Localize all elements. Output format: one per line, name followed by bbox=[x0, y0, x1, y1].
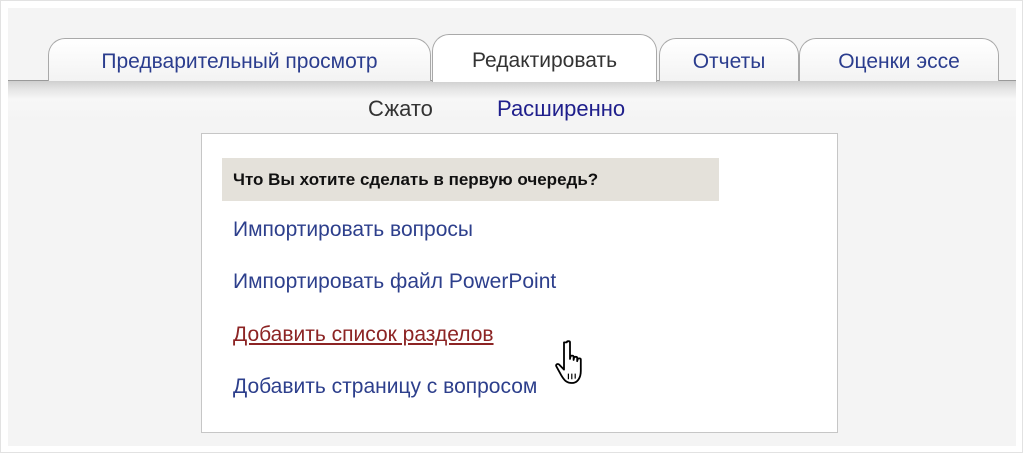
add-cluster-link[interactable]: Добавить список разделов bbox=[233, 322, 494, 348]
tab-preview[interactable]: Предварительный просмотр bbox=[48, 38, 431, 81]
question-heading: Что Вы хотите сделать в первую очередь? bbox=[222, 158, 719, 201]
hand-pointer-icon bbox=[555, 340, 582, 384]
import-powerpoint-link[interactable]: Импортировать файл PowerPoint bbox=[233, 269, 556, 295]
tab-essay-grades[interactable]: Оценки эссе bbox=[799, 38, 999, 81]
import-questions-link[interactable]: Импортировать вопросы bbox=[233, 217, 473, 243]
subtab-expanded[interactable]: Расширенно bbox=[497, 96, 625, 122]
tab-edit[interactable]: Редактировать bbox=[432, 34, 657, 82]
subtab-collapsed[interactable]: Сжато bbox=[368, 96, 433, 122]
tab-reports[interactable]: Отчеты bbox=[659, 38, 799, 81]
add-question-page-link[interactable]: Добавить страницу с вопросом bbox=[233, 374, 537, 400]
